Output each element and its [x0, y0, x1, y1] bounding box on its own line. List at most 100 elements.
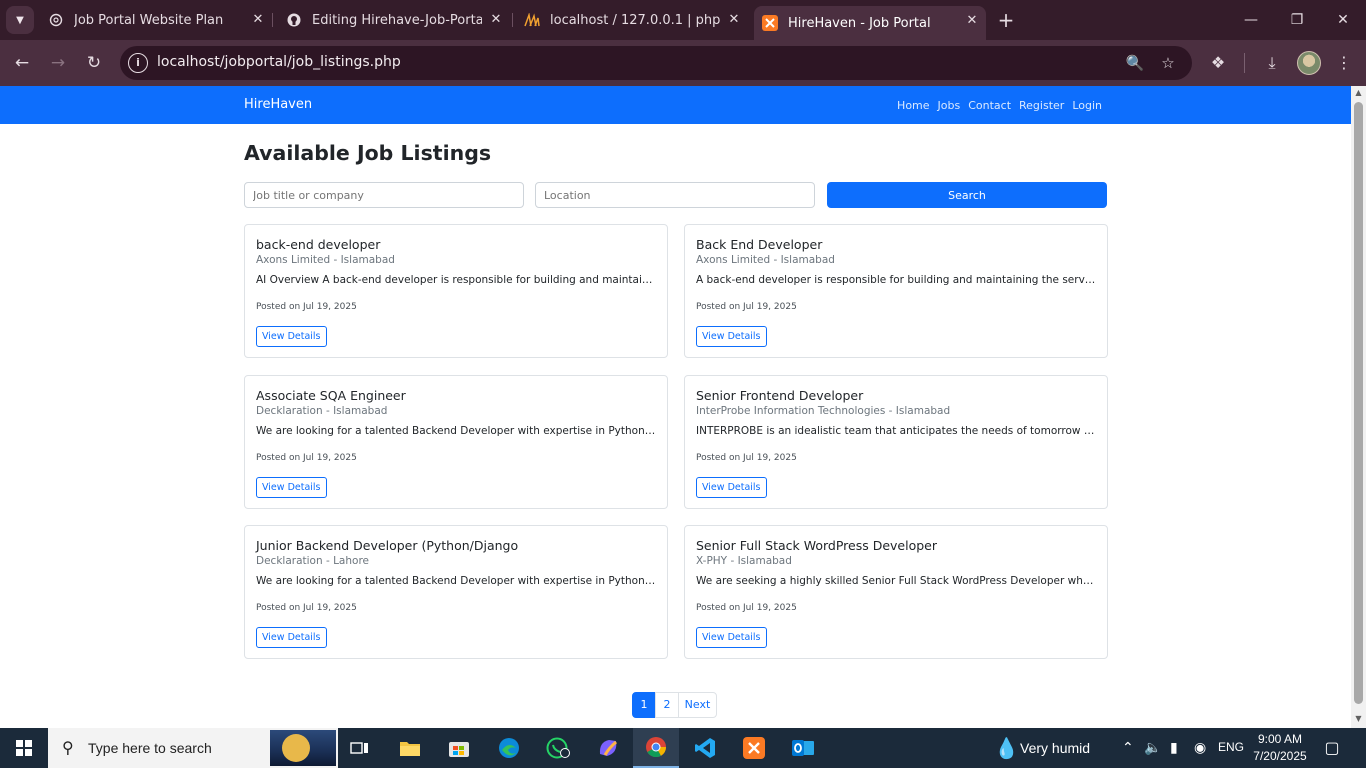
- browser-tab-strip: ▼ Job Portal Website Plan ✕ Editing Hire…: [0, 0, 1366, 40]
- browser-tab-2[interactable]: localhost / 127.0.0.1 | phpMyAdmin ✕: [516, 6, 748, 34]
- close-icon[interactable]: ✕: [488, 12, 504, 28]
- copilot-icon[interactable]: [585, 728, 631, 768]
- job-title-search-input[interactable]: [244, 182, 524, 208]
- nav-link-jobs[interactable]: Jobs: [938, 99, 961, 112]
- forward-button[interactable]: →: [44, 49, 72, 77]
- job-description: A back-end developer is responsible for …: [696, 274, 1098, 286]
- bookmark-star-icon[interactable]: ☆: [1157, 52, 1179, 74]
- job-card: Associate SQA Engineer Decklaration - Is…: [244, 375, 668, 509]
- job-posted-date: Posted on Jul 19, 2025: [256, 603, 357, 613]
- pagination: 1 2 Next: [632, 692, 717, 718]
- browser-tab-0[interactable]: Job Portal Website Plan ✕: [40, 6, 272, 34]
- battery-icon[interactable]: ▮: [1170, 739, 1178, 757]
- page-title: Available Job Listings: [244, 141, 492, 165]
- minimize-button[interactable]: —: [1228, 0, 1274, 40]
- search-button[interactable]: Search: [827, 182, 1107, 208]
- nav-link-login[interactable]: Login: [1072, 99, 1102, 112]
- view-details-button[interactable]: View Details: [256, 477, 327, 498]
- xampp-icon[interactable]: [731, 728, 777, 768]
- chevron-up-icon[interactable]: ⌃: [1122, 739, 1134, 757]
- openai-icon: [48, 12, 64, 28]
- vscode-icon[interactable]: [682, 728, 728, 768]
- xampp-icon: [762, 15, 778, 31]
- extensions-icon[interactable]: ❖: [1205, 50, 1231, 76]
- kebab-menu-icon[interactable]: ⋮: [1331, 50, 1357, 76]
- edge-icon[interactable]: [486, 728, 532, 768]
- scrollbar-thumb[interactable]: [1354, 102, 1363, 704]
- page-scrollbar[interactable]: ▲ ▼: [1351, 86, 1366, 728]
- search-highlight-image: [270, 730, 336, 766]
- wifi-icon[interactable]: ◉: [1194, 739, 1206, 757]
- whatsapp-icon[interactable]: [535, 728, 581, 768]
- job-description: We are seeking a highly skilled Senior F…: [696, 575, 1098, 587]
- browser-tab-3-active[interactable]: HireHaven - Job Portal ✕: [754, 6, 986, 40]
- tab-search-button[interactable]: ▼: [6, 6, 34, 34]
- job-card: back-end developer Axons Limited - Islam…: [244, 224, 668, 358]
- toolbar-divider: [1244, 53, 1245, 73]
- download-icon[interactable]: ⤓: [1259, 50, 1285, 76]
- language-indicator[interactable]: ENG: [1218, 740, 1244, 754]
- job-company: Decklaration - Islamabad: [256, 405, 388, 417]
- page-link-1[interactable]: 1: [632, 692, 656, 718]
- moon-icon: [282, 734, 310, 762]
- new-tab-button[interactable]: +: [994, 8, 1018, 32]
- weather-widget[interactable]: 💧 Very humid: [994, 736, 1090, 760]
- close-icon[interactable]: ✕: [964, 13, 980, 29]
- scroll-up-icon[interactable]: ▲: [1351, 86, 1366, 100]
- job-description: We are looking for a talented Backend De…: [256, 425, 658, 437]
- job-posted-date: Posted on Jul 19, 2025: [256, 453, 357, 463]
- task-view-icon[interactable]: [337, 728, 383, 768]
- tab-separator: [512, 13, 513, 27]
- windows-logo-icon: [16, 740, 32, 756]
- browser-tab-1[interactable]: Editing Hirehave-Job-Portal-We ✕: [278, 6, 510, 34]
- clock-date: 7/20/2025: [1253, 749, 1307, 763]
- job-card: Junior Backend Developer (Python/Django …: [244, 525, 668, 659]
- view-details-button[interactable]: View Details: [696, 326, 767, 347]
- nav-link-register[interactable]: Register: [1019, 99, 1064, 112]
- taskbar-clock[interactable]: 9:00 AM 7/20/2025: [1252, 731, 1308, 765]
- notification-icon[interactable]: ▢: [1322, 738, 1342, 758]
- start-button[interactable]: [0, 728, 48, 768]
- reload-button[interactable]: ↻: [80, 49, 108, 77]
- back-button[interactable]: ←: [8, 49, 36, 77]
- view-details-button[interactable]: View Details: [696, 477, 767, 498]
- site-navbar: HireHaven Home Jobs Contact Register Log…: [0, 86, 1351, 124]
- job-card: Senior Frontend Developer InterProbe Inf…: [684, 375, 1108, 509]
- scroll-down-icon[interactable]: ▼: [1351, 712, 1366, 726]
- close-icon[interactable]: ✕: [726, 12, 742, 28]
- speaker-icon[interactable]: 🔈: [1144, 739, 1161, 757]
- close-icon: ✕: [1337, 12, 1349, 28]
- taskbar-search-box[interactable]: ⚲ Type here to search: [48, 728, 338, 768]
- microsoft-store-icon[interactable]: [436, 728, 482, 768]
- job-description: INTERPROBE is an idealistic team that an…: [696, 425, 1098, 437]
- nav-link-home[interactable]: Home: [897, 99, 929, 112]
- search-icon: ⚲: [62, 738, 74, 757]
- page-link-next[interactable]: Next: [678, 692, 717, 718]
- profile-avatar[interactable]: [1297, 51, 1321, 75]
- location-search-input[interactable]: [535, 182, 815, 208]
- site-info-icon[interactable]: i: [128, 53, 148, 73]
- job-title: Back End Developer: [696, 237, 823, 252]
- chrome-icon[interactable]: [633, 728, 679, 768]
- page-link-2[interactable]: 2: [655, 692, 679, 718]
- close-window-button[interactable]: ✕: [1320, 0, 1366, 40]
- outlook-icon[interactable]: [780, 728, 826, 768]
- close-icon[interactable]: ✕: [250, 12, 266, 28]
- github-icon: [286, 12, 302, 28]
- nav-links: Home Jobs Contact Register Login: [897, 99, 1102, 112]
- job-posted-date: Posted on Jul 19, 2025: [696, 453, 797, 463]
- view-details-button[interactable]: View Details: [256, 326, 327, 347]
- view-details-button[interactable]: View Details: [256, 627, 327, 648]
- nav-link-contact[interactable]: Contact: [968, 99, 1011, 112]
- site-brand[interactable]: HireHaven: [244, 97, 312, 112]
- restore-button[interactable]: ❐: [1274, 0, 1320, 40]
- job-title: Senior Full Stack WordPress Developer: [696, 538, 937, 553]
- zoom-icon[interactable]: 🔍: [1124, 52, 1146, 74]
- address-url: localhost/jobportal/job_listings.php: [157, 54, 401, 70]
- job-company: InterProbe Information Technologies - Is…: [696, 405, 951, 417]
- job-posted-date: Posted on Jul 19, 2025: [256, 302, 357, 312]
- file-explorer-icon[interactable]: [387, 728, 433, 768]
- job-company: X-PHY - Islamabad: [696, 555, 792, 567]
- view-details-button[interactable]: View Details: [696, 627, 767, 648]
- address-bar[interactable]: i localhost/jobportal/job_listings.php 🔍…: [120, 46, 1192, 80]
